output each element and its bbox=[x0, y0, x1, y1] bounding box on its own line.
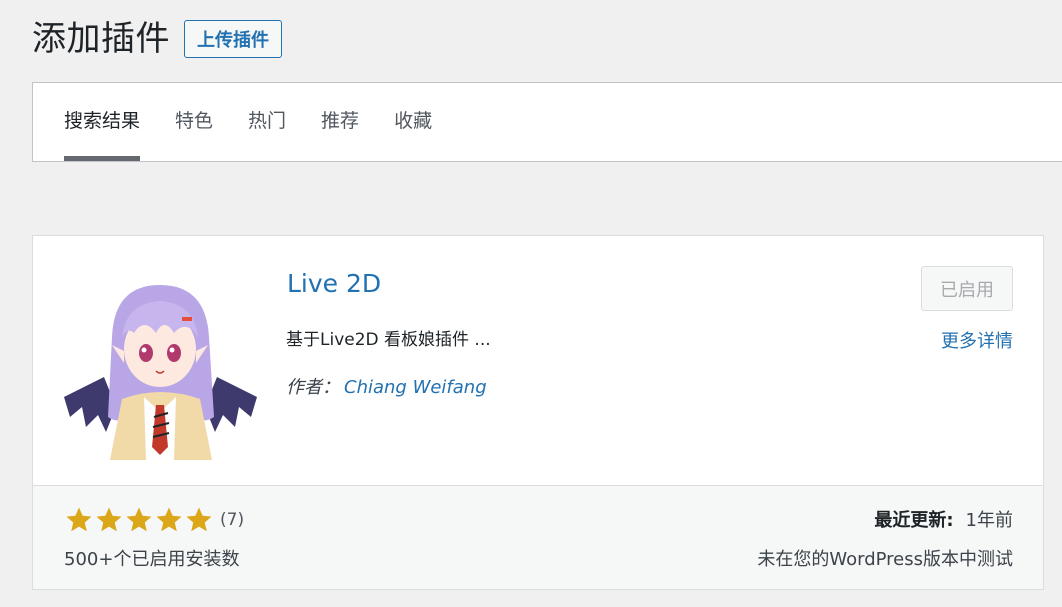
tab-search-results[interactable]: 搜索结果 bbox=[64, 83, 141, 161]
star-filled-icon bbox=[66, 507, 92, 532]
star-rating: (7) bbox=[64, 505, 244, 535]
plugin-icon[interactable] bbox=[64, 267, 257, 460]
page-header: 添加插件 上传插件 bbox=[32, 16, 282, 62]
last-updated: 最近更新: 1年前 bbox=[874, 506, 1013, 532]
star-filled-icon bbox=[96, 507, 122, 532]
compatibility-notice: 未在您的WordPress版本中测试 bbox=[757, 549, 1013, 570]
upload-plugin-button[interactable]: 上传插件 bbox=[184, 20, 282, 58]
plugin-card-top: Live 2D 基于Live2D 看板娘插件 ... 作者： Chiang Wei… bbox=[33, 236, 1043, 485]
star-filled-icon bbox=[156, 507, 182, 532]
rating-count[interactable]: (7) bbox=[220, 510, 244, 530]
author-link[interactable]: Chiang Weifang bbox=[344, 377, 487, 398]
tab-recommended[interactable]: 推荐 bbox=[321, 83, 359, 161]
active-installs: 500+个已启用安装数 bbox=[64, 549, 240, 570]
star-filled-icon bbox=[126, 507, 152, 532]
add-plugins-page: 添加插件 上传插件 搜索结果 特色 热门 推荐 收藏 Live 2D 基于Liv… bbox=[0, 0, 1062, 607]
plugin-card-bottom: (7) 500+个已启用安装数 最近更新: 1年前 未在您的WordPress版本… bbox=[33, 485, 1043, 589]
plugin-filter-bar: 搜索结果 特色 热门 推荐 收藏 bbox=[32, 82, 1062, 162]
star-filled-icon bbox=[186, 507, 212, 532]
plugin-author: 作者： Chiang Weifang bbox=[286, 373, 487, 399]
page-title: 添加插件 bbox=[32, 19, 170, 59]
more-details-link[interactable]: 更多详情 bbox=[941, 327, 1013, 353]
last-updated-value: 1年前 bbox=[965, 510, 1013, 531]
plugin-description: 基于Live2D 看板娘插件 ... bbox=[286, 330, 491, 350]
tab-popular[interactable]: 热门 bbox=[248, 83, 286, 161]
tab-featured[interactable]: 特色 bbox=[175, 83, 213, 161]
filter-tabs: 搜索结果 特色 热门 推荐 收藏 bbox=[64, 83, 1062, 161]
last-updated-label: 最近更新: bbox=[874, 510, 954, 531]
plugin-card: Live 2D 基于Live2D 看板娘插件 ... 作者： Chiang Wei… bbox=[32, 235, 1044, 590]
plugin-name-link[interactable]: Live 2D bbox=[287, 269, 381, 298]
tab-favorites[interactable]: 收藏 bbox=[394, 83, 432, 161]
author-prefix: 作者： bbox=[286, 377, 340, 398]
activated-button: 已启用 bbox=[921, 266, 1013, 311]
